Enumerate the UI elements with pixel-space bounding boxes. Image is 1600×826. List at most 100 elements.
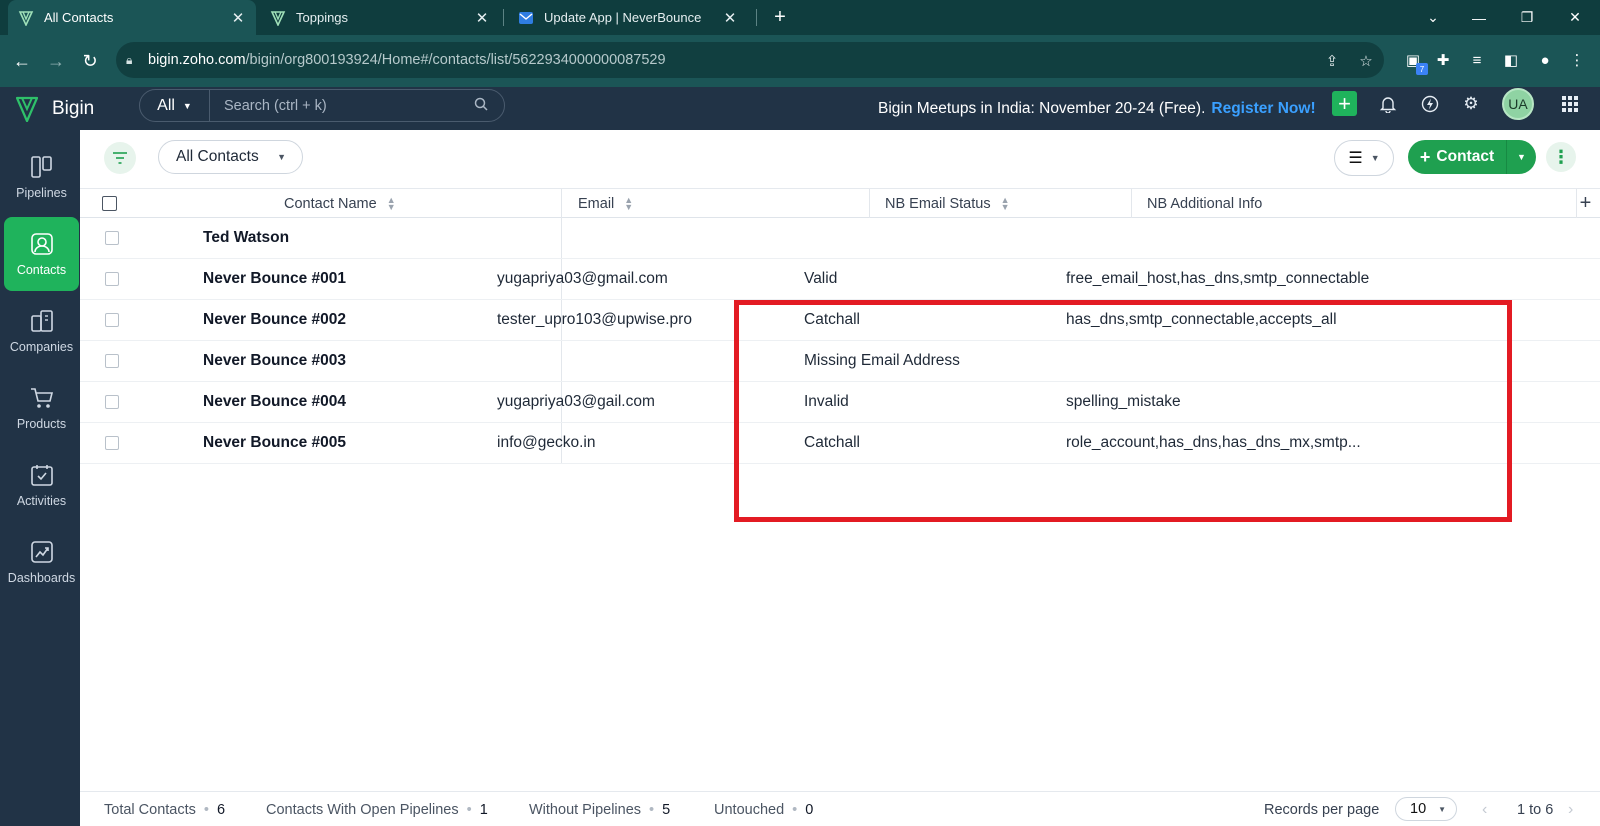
- sidebar: Pipelines Contacts Companies Products Ac…: [0, 130, 80, 826]
- browser-tab-toppings[interactable]: Toppings ✕: [260, 0, 500, 35]
- list-view-toggle[interactable]: ☰ ▼: [1334, 140, 1394, 176]
- restore-icon[interactable]: ❐: [1504, 0, 1550, 35]
- add-contact-label: Contact: [1436, 148, 1495, 165]
- share-icon[interactable]: ⇪: [1322, 51, 1342, 71]
- row-checkbox[interactable]: [105, 313, 119, 327]
- more-options-icon[interactable]: ⋮: [1546, 142, 1576, 172]
- browser-menu-icon[interactable]: ⋮: [1566, 49, 1588, 71]
- reload-icon[interactable]: ↻: [78, 49, 102, 73]
- new-tab-icon[interactable]: +: [768, 0, 792, 35]
- close-icon[interactable]: ✕: [474, 9, 490, 27]
- forward-icon[interactable]: →: [44, 49, 68, 73]
- contact-name-cell[interactable]: Ted Watson: [203, 218, 289, 258]
- sidebar-item-pipelines[interactable]: Pipelines: [4, 140, 79, 214]
- profile-icon[interactable]: ●: [1534, 49, 1556, 71]
- tab-separator: [756, 9, 757, 26]
- add-contact-main[interactable]: + Contact: [1408, 140, 1506, 174]
- table-row[interactable]: Never Bounce #001 yugapriya03@gmail.com …: [80, 259, 1600, 300]
- chevron-right-icon[interactable]: ›: [1568, 792, 1573, 826]
- column-header-nb-additional-info[interactable]: NB Additional Info: [1131, 189, 1262, 218]
- contact-name-cell[interactable]: Never Bounce #002: [203, 300, 346, 340]
- browser-tab-all-contacts[interactable]: All Contacts ✕: [8, 0, 256, 35]
- select-all-checkbox[interactable]: [102, 196, 117, 211]
- back-icon[interactable]: ←: [10, 49, 34, 73]
- tab-search-icon[interactable]: ⌄: [1410, 0, 1456, 35]
- column-header-contact-name[interactable]: Contact Name ▲ ▼: [268, 189, 396, 218]
- chevron-left-icon[interactable]: ‹: [1482, 792, 1487, 826]
- lock-icon: 🔒︎: [126, 52, 133, 67]
- sort-icon[interactable]: ▲ ▼: [387, 195, 396, 211]
- contact-name-cell[interactable]: Never Bounce #001: [203, 259, 346, 299]
- register-now-link[interactable]: Register Now!: [1211, 100, 1315, 118]
- sidebar-item-products[interactable]: Products: [4, 371, 79, 445]
- sidebar-item-label: Companies: [9, 340, 74, 354]
- sort-icon[interactable]: ▲ ▼: [1001, 195, 1010, 211]
- sidebar-item-label: Contacts: [16, 263, 67, 277]
- bookmark-star-icon[interactable]: ☆: [1356, 51, 1376, 71]
- search-scope-select[interactable]: All ▼: [140, 90, 210, 121]
- row-checkbox-cell: [105, 259, 119, 299]
- caret-down-icon[interactable]: ▼: [1506, 140, 1536, 174]
- bell-icon[interactable]: [1377, 93, 1399, 115]
- row-checkbox-cell: [105, 382, 119, 422]
- caret-down-icon: ▼: [182, 100, 192, 111]
- sidebar-item-label: Products: [16, 417, 67, 431]
- tab-separator: [503, 9, 504, 26]
- sidebar-item-label: Dashboards: [7, 571, 76, 585]
- row-checkbox[interactable]: [105, 272, 119, 286]
- stat-label: Without Pipelines: [529, 801, 642, 818]
- records-per-page-select[interactable]: 10 ▼: [1395, 797, 1457, 821]
- add-contact-button[interactable]: + Contact ▼: [1408, 140, 1536, 174]
- lightning-icon[interactable]: [1419, 93, 1441, 115]
- app-grid-icon[interactable]: [1559, 93, 1581, 115]
- puzzle-icon[interactable]: ✚: [1432, 49, 1454, 71]
- row-checkbox[interactable]: [105, 231, 119, 245]
- untouched-stat[interactable]: Untouched • 0: [714, 792, 813, 826]
- table-row[interactable]: Ted Watson: [80, 218, 1600, 259]
- column-header-email[interactable]: Email ▲ ▼: [562, 189, 633, 218]
- quick-create-icon[interactable]: +: [1332, 91, 1357, 116]
- avatar[interactable]: UA: [1502, 88, 1534, 120]
- row-checkbox[interactable]: [105, 395, 119, 409]
- sidebar-item-activities[interactable]: Activities: [4, 448, 79, 522]
- close-icon[interactable]: ✕: [230, 9, 246, 27]
- email-cell: yugapriya03@gmail.com: [497, 270, 668, 287]
- extension-icon[interactable]: ▣ 7: [1402, 49, 1428, 75]
- brand[interactable]: Bigin: [16, 87, 94, 130]
- row-checkbox[interactable]: [105, 354, 119, 368]
- contact-name-cell[interactable]: Never Bounce #004: [203, 382, 346, 422]
- sidebar-item-companies[interactable]: Companies: [4, 294, 79, 368]
- bigin-logo-icon: [18, 10, 34, 26]
- row-checkbox[interactable]: [105, 436, 119, 450]
- row-checkbox-cell: [105, 218, 119, 258]
- sidebar-item-contacts[interactable]: Contacts: [4, 217, 79, 291]
- email-cell: info@gecko.in: [497, 434, 596, 451]
- search-scope-label: All: [157, 96, 175, 114]
- sidebar-item-dashboards[interactable]: Dashboards: [4, 525, 79, 599]
- global-search: All ▼: [139, 89, 505, 122]
- add-column-icon[interactable]: +: [1571, 189, 1600, 218]
- contact-name-cell[interactable]: Never Bounce #005: [203, 423, 346, 463]
- contact-name-cell[interactable]: Never Bounce #003: [203, 341, 346, 381]
- search-icon[interactable]: [474, 97, 504, 114]
- window-close-icon[interactable]: ✕: [1552, 0, 1598, 35]
- address-bar[interactable]: 🔒︎ bigin.zoho.com/bigin/org800193924/Hom…: [116, 42, 1384, 78]
- caret-down-icon: ▼: [277, 152, 286, 162]
- sidebar-item-label: Activities: [16, 494, 67, 508]
- browser-tab-neverbounce[interactable]: Update App | NeverBounce ✕: [508, 0, 748, 35]
- stat-label: Contacts With Open Pipelines: [266, 801, 459, 818]
- sort-icon[interactable]: ▲ ▼: [624, 195, 633, 211]
- search-input[interactable]: [210, 90, 474, 121]
- close-icon[interactable]: ✕: [722, 9, 738, 27]
- gear-icon[interactable]: ⚙: [1460, 93, 1482, 115]
- without-pipelines-stat[interactable]: Without Pipelines • 5: [529, 792, 670, 826]
- email-cell: yugapriya03@gail.com: [497, 393, 655, 410]
- side-panel-icon[interactable]: ◧: [1500, 49, 1522, 71]
- column-header-nb-email-status[interactable]: NB Email Status ▲ ▼: [869, 189, 1010, 218]
- open-pipelines-stat[interactable]: Contacts With Open Pipelines • 1: [266, 792, 488, 826]
- promo-banner: Bigin Meetups in India: November 20-24 (…: [878, 87, 1316, 130]
- view-selector[interactable]: All Contacts ▼: [158, 140, 303, 174]
- filter-icon[interactable]: [104, 142, 136, 174]
- media-control-icon[interactable]: ≡: [1466, 49, 1488, 71]
- minimize-icon[interactable]: —: [1456, 0, 1502, 35]
